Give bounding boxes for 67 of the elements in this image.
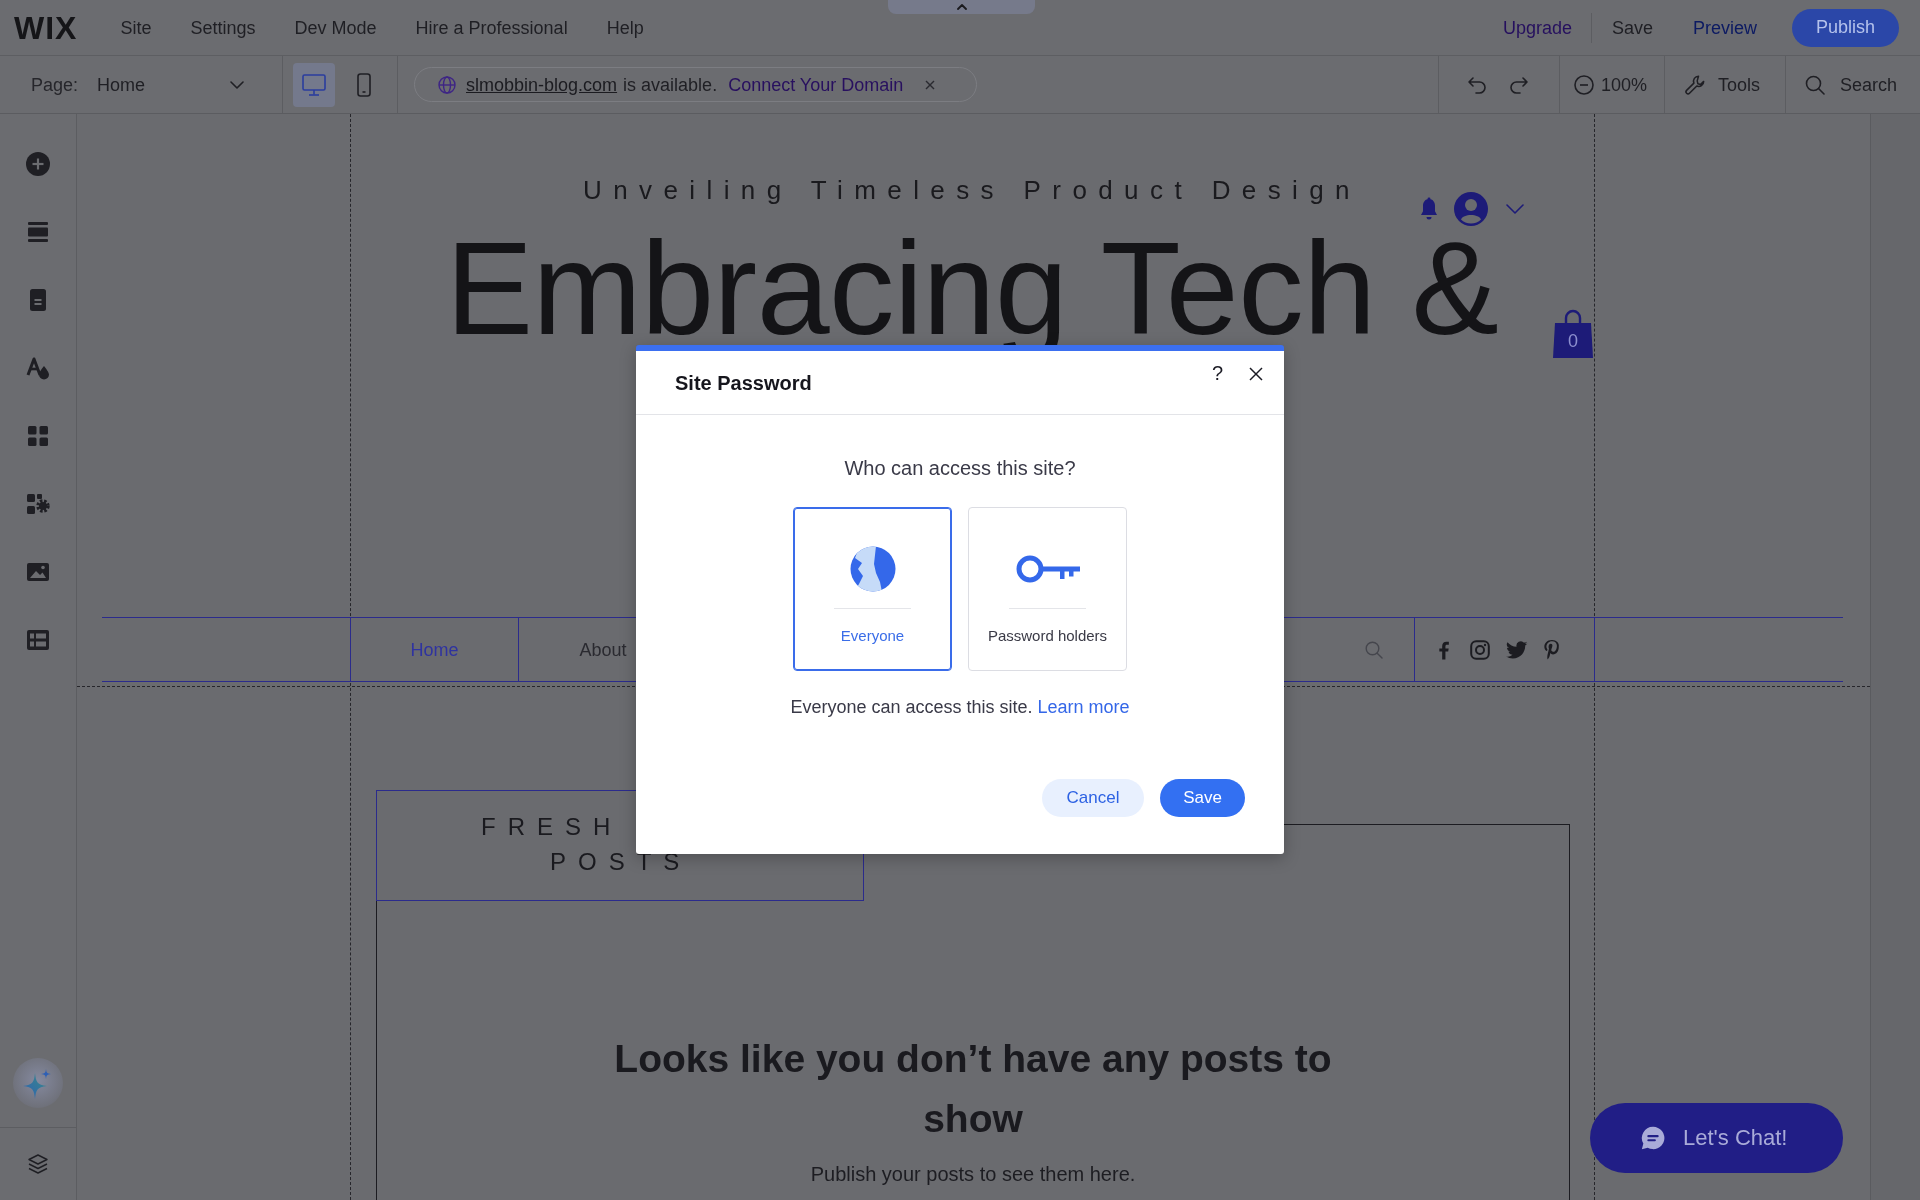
publish-button[interactable]: Publish: [1792, 8, 1899, 47]
table-icon[interactable]: [26, 628, 50, 652]
zoom-level[interactable]: 100%: [1601, 73, 1648, 96]
undo-icon[interactable]: [1467, 75, 1487, 94]
site-tagline: Unveiling Timeless Product Design: [583, 174, 1361, 206]
bell-icon[interactable]: [1419, 197, 1439, 221]
access-option[interactable]: Password holders: [968, 507, 1127, 671]
menu-item[interactable]: Dev Mode: [294, 16, 377, 39]
letter-drop-icon[interactable]: [26, 356, 50, 380]
globe-icon: [849, 546, 896, 592]
globe-icon: [438, 75, 456, 94]
save-link[interactable]: Save: [1611, 16, 1653, 39]
zoom-out-icon[interactable]: [1574, 74, 1594, 95]
connect-domain-link[interactable]: Connect Your Domain: [728, 73, 904, 96]
upgrade-link[interactable]: Upgrade: [1502, 16, 1572, 39]
add-icon[interactable]: [26, 152, 50, 176]
menu-item[interactable]: Settings: [190, 16, 256, 39]
nav-link[interactable]: About: [579, 638, 627, 661]
empty-state-text: Publish your posts to see them here.: [810, 1162, 1136, 1187]
chevron-down-icon[interactable]: [1506, 204, 1524, 214]
blog-title: FRESH: [481, 814, 623, 840]
grid-icon[interactable]: [26, 424, 50, 448]
cart-count: 0: [1568, 331, 1578, 351]
empty-state-title: Looks like you don’t have any posts to show: [613, 1036, 1333, 1142]
tools-button[interactable]: Tools: [1718, 73, 1761, 96]
caret-icon: [956, 4, 967, 10]
domain-link[interactable]: slmobbin-blog.com: [466, 73, 618, 96]
bars-icon[interactable]: [26, 220, 50, 244]
instagram-icon[interactable]: [1470, 639, 1490, 660]
blog-title: POSTS: [550, 849, 692, 875]
page-dropdown[interactable]: Home: [97, 73, 245, 96]
monitor-icon: [302, 73, 326, 96]
key-icon: [1015, 553, 1080, 585]
save-button[interactable]: Save: [1160, 779, 1245, 817]
image-icon[interactable]: [26, 560, 50, 584]
squares-gear-icon[interactable]: [26, 492, 50, 516]
preview-link[interactable]: Preview: [1692, 16, 1757, 39]
nav-link[interactable]: Home: [410, 638, 459, 661]
learn-more-link[interactable]: Learn more: [1037, 697, 1130, 717]
menu-item[interactable]: Site: [120, 16, 152, 39]
menu-item[interactable]: Hire a Professional: [415, 16, 568, 39]
dialog-title: Site Password: [675, 370, 812, 395]
search-button[interactable]: Search: [1840, 73, 1898, 96]
pinterest-icon[interactable]: [1544, 639, 1560, 660]
availability-text: is available.: [623, 73, 718, 96]
twitter-icon[interactable]: [1506, 640, 1528, 659]
layers-icon[interactable]: [27, 1153, 49, 1175]
wix-logo: WIX: [14, 11, 78, 44]
chevron-down-icon: [230, 80, 245, 89]
page-label: Page:: [31, 73, 79, 96]
dialog-question: Who can access this site?: [844, 456, 1076, 480]
wrench-icon[interactable]: [1684, 73, 1706, 96]
help-button[interactable]: ?: [1212, 361, 1224, 385]
phone-icon: [357, 72, 371, 97]
redo-icon[interactable]: [1509, 75, 1529, 94]
cancel-button[interactable]: Cancel: [1042, 779, 1144, 817]
device-toggle[interactable]: [293, 62, 335, 107]
avatar-icon[interactable]: [1454, 192, 1488, 226]
shopping-bag-icon[interactable]: [1552, 307, 1594, 359]
access-option[interactable]: Everyone: [793, 507, 952, 671]
close-icon[interactable]: [1249, 367, 1263, 381]
menu-item[interactable]: Help: [606, 16, 644, 39]
search-icon[interactable]: [1805, 74, 1825, 95]
search-icon[interactable]: [1365, 640, 1383, 659]
chat-bubble-icon: [1640, 1125, 1666, 1151]
chat-button[interactable]: Let's Chat!: [1590, 1103, 1843, 1173]
access-description: Everyone can access this site. Learn more: [790, 696, 1130, 719]
